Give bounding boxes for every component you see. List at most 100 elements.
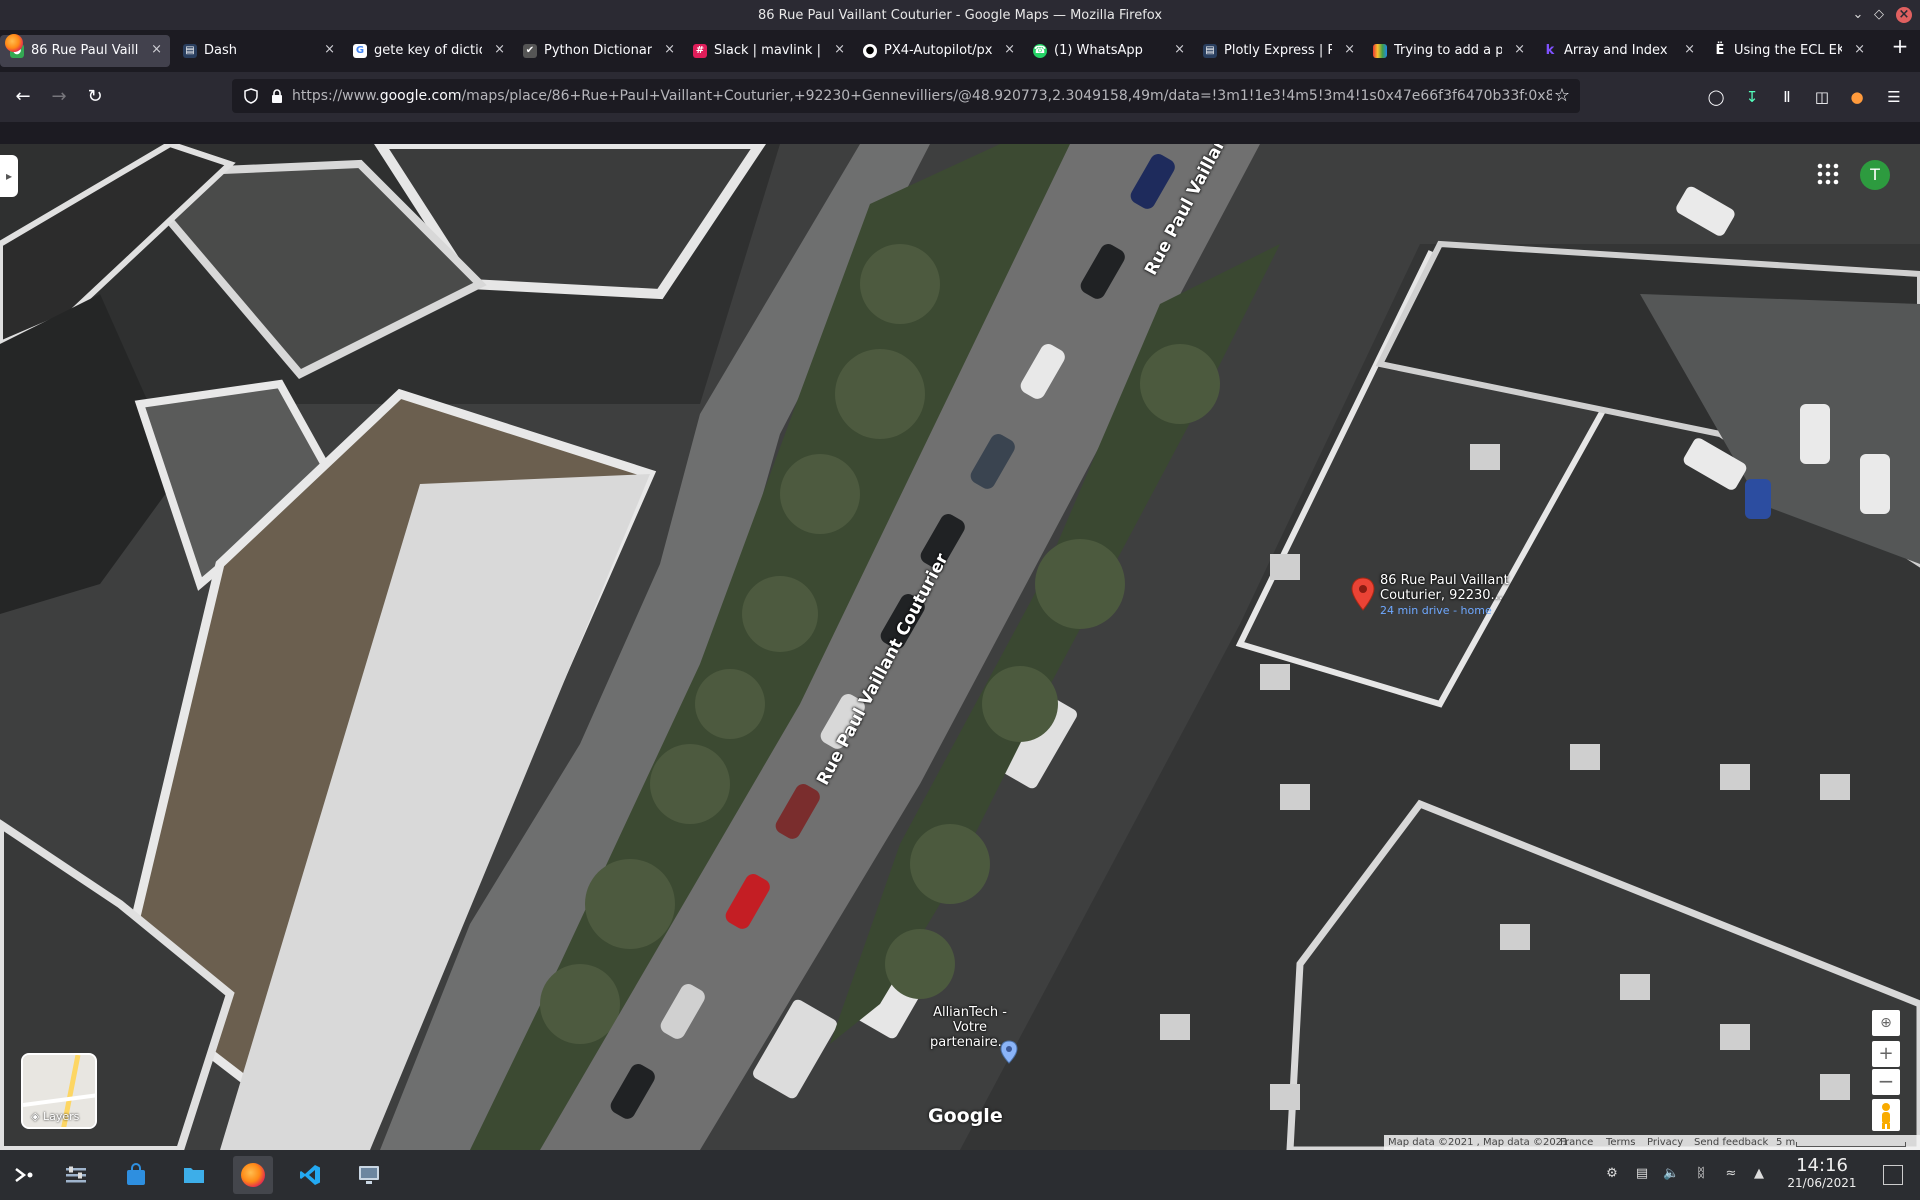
tab-label: gete key of dictionary: [374, 43, 482, 58]
tab-google-maps[interactable]: ● 86 Rue Paul Vaillant ×: [0, 35, 170, 67]
google-logo: Google: [928, 1105, 1003, 1127]
lock-icon[interactable]: [270, 88, 284, 104]
send-feedback-link[interactable]: Send feedback: [1694, 1135, 1768, 1151]
volume-icon[interactable]: 🔈: [1663, 1166, 1679, 1182]
place-label[interactable]: 86 Rue Paul Vaillant Couturier, 92230...…: [1380, 573, 1540, 618]
layers-toggle[interactable]: ◈ Layers: [21, 1053, 97, 1129]
download-icon[interactable]: ↧: [1742, 87, 1762, 107]
close-tab-icon[interactable]: ×: [494, 42, 505, 57]
collapse-panel-chevron-icon[interactable]: ▸: [0, 155, 18, 197]
screenshot-monitor-icon: [359, 1166, 379, 1184]
px4-icon: Ё: [1715, 43, 1725, 58]
tab-google-search[interactable]: G gete key of dictionary ×: [343, 35, 513, 67]
location-pin-icon[interactable]: [1351, 577, 1375, 611]
poi-name-line1: AllianTech -: [933, 1005, 1007, 1020]
place-name-line2: Couturier, 92230...: [1380, 588, 1503, 603]
maximize-icon[interactable]: ◇: [1871, 7, 1887, 23]
taskbar-files[interactable]: [174, 1156, 214, 1194]
close-tab-icon[interactable]: ×: [324, 42, 335, 57]
navigation-toolbar: ← → ↻ https://www.google.com/maps/place/…: [0, 72, 1920, 122]
new-tab-icon[interactable]: +: [1890, 36, 1910, 56]
reload-icon[interactable]: ↻: [83, 85, 107, 109]
close-tab-icon[interactable]: ×: [151, 42, 162, 57]
close-window-icon[interactable]: ×: [1896, 7, 1912, 23]
minimize-icon[interactable]: ⌄: [1850, 7, 1866, 23]
w3schools-icon: ✔: [523, 44, 537, 58]
url-text[interactable]: https://www.google.com/maps/place/86+Rue…: [292, 88, 1552, 104]
my-location-icon[interactable]: ⊕: [1872, 1010, 1900, 1036]
bluetooth-icon[interactable]: ᛥ: [1693, 1166, 1709, 1182]
app-launcher[interactable]: [4, 1156, 44, 1194]
privacy-link[interactable]: Privacy: [1647, 1135, 1683, 1151]
tab-label: Plotly Express | Python: [1224, 43, 1332, 58]
taskbar-vscode[interactable]: [290, 1156, 330, 1194]
account-avatar[interactable]: T: [1860, 160, 1890, 190]
library-icon[interactable]: Ⅱ: [1777, 87, 1797, 107]
layers-label: ◈ Layers: [31, 1110, 80, 1123]
google-icon: G: [353, 44, 367, 58]
tray-expand-icon[interactable]: ▲: [1751, 1166, 1767, 1182]
tab-strip: ● 86 Rue Paul Vaillant × ▤ Dash × G gete…: [0, 30, 1920, 72]
github-icon: ●: [863, 44, 877, 58]
plotly-dash-icon: ▤: [183, 44, 197, 58]
back-arrow-icon[interactable]: ←: [11, 85, 35, 109]
tab-slack[interactable]: # Slack | mavlink | PX4 ×: [683, 35, 853, 67]
taskbar-settings[interactable]: [56, 1156, 96, 1194]
map-footer: Map data ©2021 , Map data ©2021 France T…: [1384, 1135, 1920, 1151]
tab-python-dictionaries[interactable]: ✔ Python Dictionaries ×: [513, 35, 683, 67]
system-taskbar: ⚙ ▤ 🔈 ᛥ ≈ ▲ 14:16 21/06/2021: [0, 1150, 1920, 1200]
app-launcher-icon: [15, 1168, 33, 1182]
tab-label: Using the ECL EKF: [1734, 43, 1842, 58]
address-bar[interactable]: https://www.google.com/maps/place/86+Rue…: [232, 79, 1580, 113]
whatsapp-icon: ☎: [1033, 44, 1047, 58]
taskbar-store[interactable]: [116, 1156, 156, 1194]
bookmark-star-icon[interactable]: ☆: [1554, 85, 1570, 106]
satellite-map[interactable]: Rue Paul Vaillant Couturier Rue Paul Vai…: [0, 144, 1920, 1150]
firefox-logo-icon[interactable]: [5, 34, 23, 52]
close-tab-icon[interactable]: ×: [1514, 42, 1525, 57]
close-tab-icon[interactable]: ×: [1684, 42, 1695, 57]
clock-time: 14:16: [1796, 1155, 1848, 1176]
taskbar-screenshot[interactable]: [349, 1156, 389, 1194]
street-view-pegman-icon[interactable]: [1872, 1099, 1900, 1131]
shopping-bag-icon: [127, 1163, 145, 1185]
close-tab-icon[interactable]: ×: [1174, 42, 1185, 57]
forward-arrow-icon[interactable]: →: [47, 85, 71, 109]
tab-dash[interactable]: ▤ Dash ×: [173, 35, 343, 67]
tab-plotly-express[interactable]: ▤ Plotly Express | Python ×: [1193, 35, 1363, 67]
clock-date: 21/06/2021: [1787, 1176, 1857, 1190]
system-clock[interactable]: 14:16 21/06/2021: [1772, 1155, 1872, 1190]
extension-icon[interactable]: ●: [1847, 87, 1867, 107]
tab-trying-to-add[interactable]: Trying to add a pr ×: [1363, 35, 1533, 67]
satellite-imagery[interactable]: [0, 144, 1920, 1150]
kotlin-icon: k: [1545, 43, 1555, 58]
tracking-shield-icon[interactable]: [244, 88, 258, 104]
show-desktop-button[interactable]: [1883, 1165, 1903, 1185]
zoom-out-icon[interactable]: −: [1872, 1069, 1900, 1095]
close-tab-icon[interactable]: ×: [1344, 42, 1355, 57]
wifi-icon[interactable]: ≈: [1723, 1166, 1739, 1182]
close-tab-icon[interactable]: ×: [834, 42, 845, 57]
pocket-icon[interactable]: ◯: [1706, 87, 1726, 107]
google-apps-grid-icon[interactable]: [1816, 162, 1840, 186]
tab-ecl-ekf[interactable]: Ё Using the ECL EKF ×: [1703, 35, 1873, 67]
taskbar-firefox[interactable]: [233, 1156, 273, 1194]
clipboard-icon[interactable]: ▤: [1634, 1166, 1650, 1182]
keyboard-layout-icon[interactable]: ⚙: [1604, 1166, 1620, 1182]
tab-whatsapp[interactable]: ☎ (1) WhatsApp ×: [1023, 35, 1193, 67]
stackoverflow-icon: [1373, 44, 1387, 58]
terms-link[interactable]: Terms: [1606, 1135, 1635, 1151]
tab-github-px4[interactable]: ● PX4-Autopilot/px4 ×: [853, 35, 1023, 67]
tab-label: PX4-Autopilot/px4: [884, 43, 992, 58]
zoom-in-icon[interactable]: +: [1872, 1041, 1900, 1067]
region-link[interactable]: France: [1560, 1135, 1593, 1151]
sidebar-icon[interactable]: ◫: [1812, 87, 1832, 107]
close-tab-icon[interactable]: ×: [1854, 42, 1865, 57]
settings-sliders-icon: [66, 1166, 86, 1183]
poi-pin-icon[interactable]: [1000, 1040, 1018, 1064]
tab-array-and-index[interactable]: k Array and Index Li ×: [1533, 35, 1703, 67]
close-tab-icon[interactable]: ×: [664, 42, 675, 57]
hamburger-menu-icon[interactable]: ☰: [1884, 87, 1904, 107]
window-titlebar: 86 Rue Paul Vaillant Couturier - Google …: [0, 0, 1920, 30]
close-tab-icon[interactable]: ×: [1004, 42, 1015, 57]
